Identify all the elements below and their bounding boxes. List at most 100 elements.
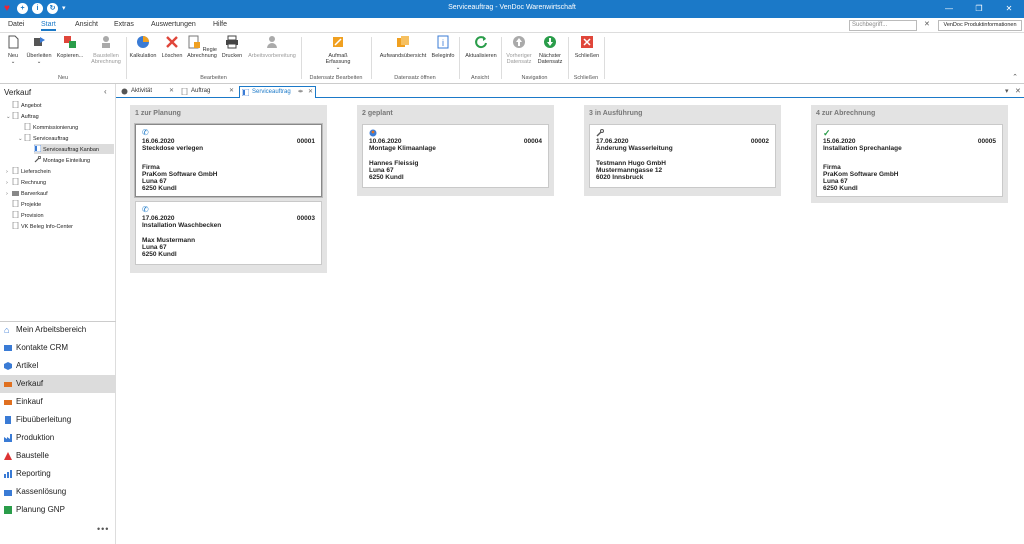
- nav-mein-arbeitsbereich[interactable]: ⌂ Mein Arbeitsbereich: [0, 321, 116, 339]
- kanban-column: 2 geplant 10.06.2020 00004 Montage Klima…: [357, 105, 554, 196]
- nav-reporting[interactable]: Reporting: [0, 465, 116, 483]
- tree-item-serviceauftrag[interactable]: ⌄ Serviceauftrag: [18, 134, 68, 142]
- effort-entry-button[interactable]: Aufmaß Erfassung ⌄: [322, 35, 354, 71]
- copy-button[interactable]: Kopieren...: [55, 35, 85, 59]
- card-city: 6250 Kundl: [142, 251, 177, 258]
- card-subject: Installation Sprechanlage: [823, 145, 902, 152]
- nav-verkauf[interactable]: Verkauf: [0, 375, 116, 393]
- tab-hilfe[interactable]: Hilfe: [213, 21, 227, 28]
- card-street: Luna 67: [823, 178, 848, 185]
- printer-icon: [226, 35, 238, 49]
- title-bar: ♥ + i ↻ ▾ Serviceauftrag - VenDoc Warenw…: [0, 0, 1024, 18]
- doc-tab-aktivitaet[interactable]: Aktivität ✕: [119, 86, 177, 98]
- tree-item-serviceauftrag-kanban[interactable]: Serviceauftrag Kanban: [34, 144, 114, 154]
- tab-datei[interactable]: Datei: [8, 21, 24, 28]
- product-info-button[interactable]: VenDoc Produktinformationen: [938, 20, 1022, 31]
- sidebar-heading: Verkauf: [4, 88, 32, 97]
- tree-item-angebot[interactable]: Angebot: [6, 101, 42, 109]
- doc-info-button[interactable]: i Beleginfo: [431, 35, 455, 59]
- activity-icon: [121, 88, 128, 95]
- tree-item-rechnung[interactable]: › Rechnung: [6, 178, 46, 186]
- close-all-tabs-icon[interactable]: ✕: [1015, 87, 1021, 95]
- tab-auswertungen[interactable]: Auswertungen: [151, 21, 196, 28]
- card-number: 00001: [296, 138, 315, 145]
- close-tab-icon[interactable]: ✕: [308, 87, 313, 98]
- pin-tab-icon[interactable]: ⇹: [298, 87, 303, 98]
- effort-overview-button[interactable]: Aufwandsübersicht: [377, 35, 429, 59]
- close-tab-icon[interactable]: ✕: [169, 86, 174, 97]
- prev-record-button[interactable]: Vorheriger Datensatz: [503, 35, 535, 65]
- kanban-card[interactable]: ✓ 15.06.2020 00005 Installation Sprechan…: [816, 124, 1003, 197]
- next-record-button[interactable]: Nächster Datensatz: [535, 35, 565, 65]
- kanban-icon: [34, 145, 41, 152]
- regie-billing-button[interactable]: Regie Abrechnung: [186, 35, 218, 59]
- tree-item-info-center[interactable]: VK Beleg Info-Center: [6, 222, 73, 230]
- new-button[interactable]: Neu ⌄: [4, 35, 22, 65]
- tab-extras[interactable]: Extras: [114, 21, 134, 28]
- more-options-icon[interactable]: •••: [97, 524, 109, 534]
- tree-item-projekte[interactable]: Projekte: [6, 200, 41, 208]
- refresh-button[interactable]: Aktualisieren: [463, 35, 499, 59]
- tree-item-montage-einteilung[interactable]: Montage Einteilung: [34, 156, 90, 164]
- nav-produktion[interactable]: Produktion: [0, 429, 116, 447]
- group-label-bearbeiten: Bearbeiten: [200, 75, 227, 81]
- nav-kassenloesung[interactable]: Kassenlösung: [0, 483, 116, 501]
- tree-item-provision[interactable]: Provision: [6, 211, 44, 219]
- card-customer: PraKom Software GmbH: [142, 171, 218, 178]
- new-document-icon: [8, 35, 19, 49]
- column-title: 2 geplant: [362, 110, 393, 117]
- collapse-sidebar-icon[interactable]: ‹: [104, 87, 107, 96]
- tab-list-dropdown-icon[interactable]: ▾: [1005, 87, 1009, 95]
- tree-item-auftrag[interactable]: ⌄ Auftrag: [6, 112, 39, 120]
- nav-artikel[interactable]: Artikel: [0, 357, 116, 375]
- delete-button[interactable]: Löschen: [160, 35, 184, 59]
- ribbon-divider: [301, 37, 302, 79]
- kanban-card[interactable]: 17.06.2020 00002 Änderung Wasserleitung …: [589, 124, 776, 188]
- document-icon: [12, 211, 19, 218]
- doc-tab-auftrag[interactable]: Auftrag ✕: [179, 86, 237, 98]
- close-window-icon[interactable]: ✕: [994, 0, 1024, 18]
- ribbon-divider: [568, 37, 569, 79]
- card-date: 17.06.2020: [142, 215, 175, 222]
- tab-start[interactable]: Start: [41, 21, 56, 31]
- calculation-button[interactable]: Kalkulation: [129, 35, 157, 59]
- nav-kontakte-crm[interactable]: Kontakte CRM: [0, 339, 116, 357]
- maximize-icon[interactable]: ❐: [964, 0, 994, 18]
- ribbon-divider: [604, 37, 605, 79]
- ribbon-divider: [371, 37, 372, 79]
- print-button[interactable]: Drucken: [220, 35, 244, 59]
- site-billing-button[interactable]: Baustellen Abrechnung: [89, 35, 123, 65]
- card-number: 00005: [977, 138, 996, 145]
- transfer-icon: [34, 37, 45, 46]
- nav-planung-gnp[interactable]: Planung GNP: [0, 501, 116, 519]
- close-button[interactable]: Schließen: [573, 35, 601, 59]
- search-input[interactable]: Suchbegriff...: [849, 20, 917, 31]
- transfer-button[interactable]: Überleiten ⌄: [26, 35, 52, 65]
- card-subject: Steckdose verlegen: [142, 145, 204, 152]
- search-clear-icon[interactable]: ✕: [924, 21, 932, 29]
- column-title: 1 zur Planung: [135, 110, 181, 117]
- document-icon: [12, 200, 19, 207]
- worker-icon: [102, 36, 110, 48]
- tree-item-lieferschein[interactable]: › Lieferschein: [6, 167, 51, 175]
- kanban-card[interactable]: ✆ 16.06.2020 00001 Steckdose verlegen Fi…: [135, 124, 322, 197]
- card-date: 17.06.2020: [596, 138, 629, 145]
- card-city: 6020 Innsbruck: [596, 174, 644, 181]
- nav-fibuueberleitung[interactable]: Fibuüberleitung: [0, 411, 116, 429]
- doc-tab-serviceauftrag[interactable]: Serviceauftrag ⇹ ✕: [239, 86, 316, 98]
- nav-baustelle[interactable]: Baustelle: [0, 447, 116, 465]
- tree-item-kommissionierung[interactable]: Kommissionierung: [18, 123, 78, 131]
- collapse-ribbon-icon[interactable]: ⌃: [1012, 73, 1018, 81]
- kanban-card[interactable]: ✆ 17.06.2020 00003 Installation Waschbec…: [135, 201, 322, 265]
- close-tab-icon[interactable]: ✕: [229, 86, 234, 97]
- tab-ansicht[interactable]: Ansicht: [75, 21, 98, 28]
- tree-item-barverkauf[interactable]: › Barverkauf: [6, 189, 48, 197]
- minimize-icon[interactable]: —: [934, 0, 964, 18]
- info-document-icon: i: [437, 35, 449, 49]
- contacts-icon: [4, 345, 12, 351]
- work-processing-button[interactable]: Arbeitsvorbereitung: [246, 35, 298, 59]
- document-tab-strip: Aktivität ✕ Auftrag ✕ Serviceauftrag ⇹ ✕: [116, 85, 1024, 98]
- nav-einkauf[interactable]: Einkauf: [0, 393, 116, 411]
- kanban-card[interactable]: 10.06.2020 00004 Montage Klimaanlage Han…: [362, 124, 549, 188]
- wrench-icon: [34, 156, 41, 163]
